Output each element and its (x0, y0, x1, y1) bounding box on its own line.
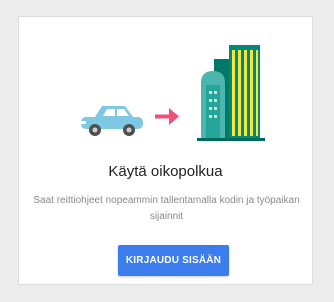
shortcut-card: Käytä oikopolkua Saat reittiohjeet nopea… (18, 16, 313, 285)
signin-button[interactable]: KIRJAUDU SISÄÄN (118, 245, 229, 276)
car-icon (81, 106, 143, 136)
arrow-right-icon (155, 108, 179, 125)
card-title: Käytä oikopolkua (108, 163, 223, 180)
office-building-icon (197, 45, 265, 141)
card-subtitle: Saat reittiohjeet nopeammin tallentamall… (33, 195, 300, 222)
promo-illustration (81, 45, 265, 141)
